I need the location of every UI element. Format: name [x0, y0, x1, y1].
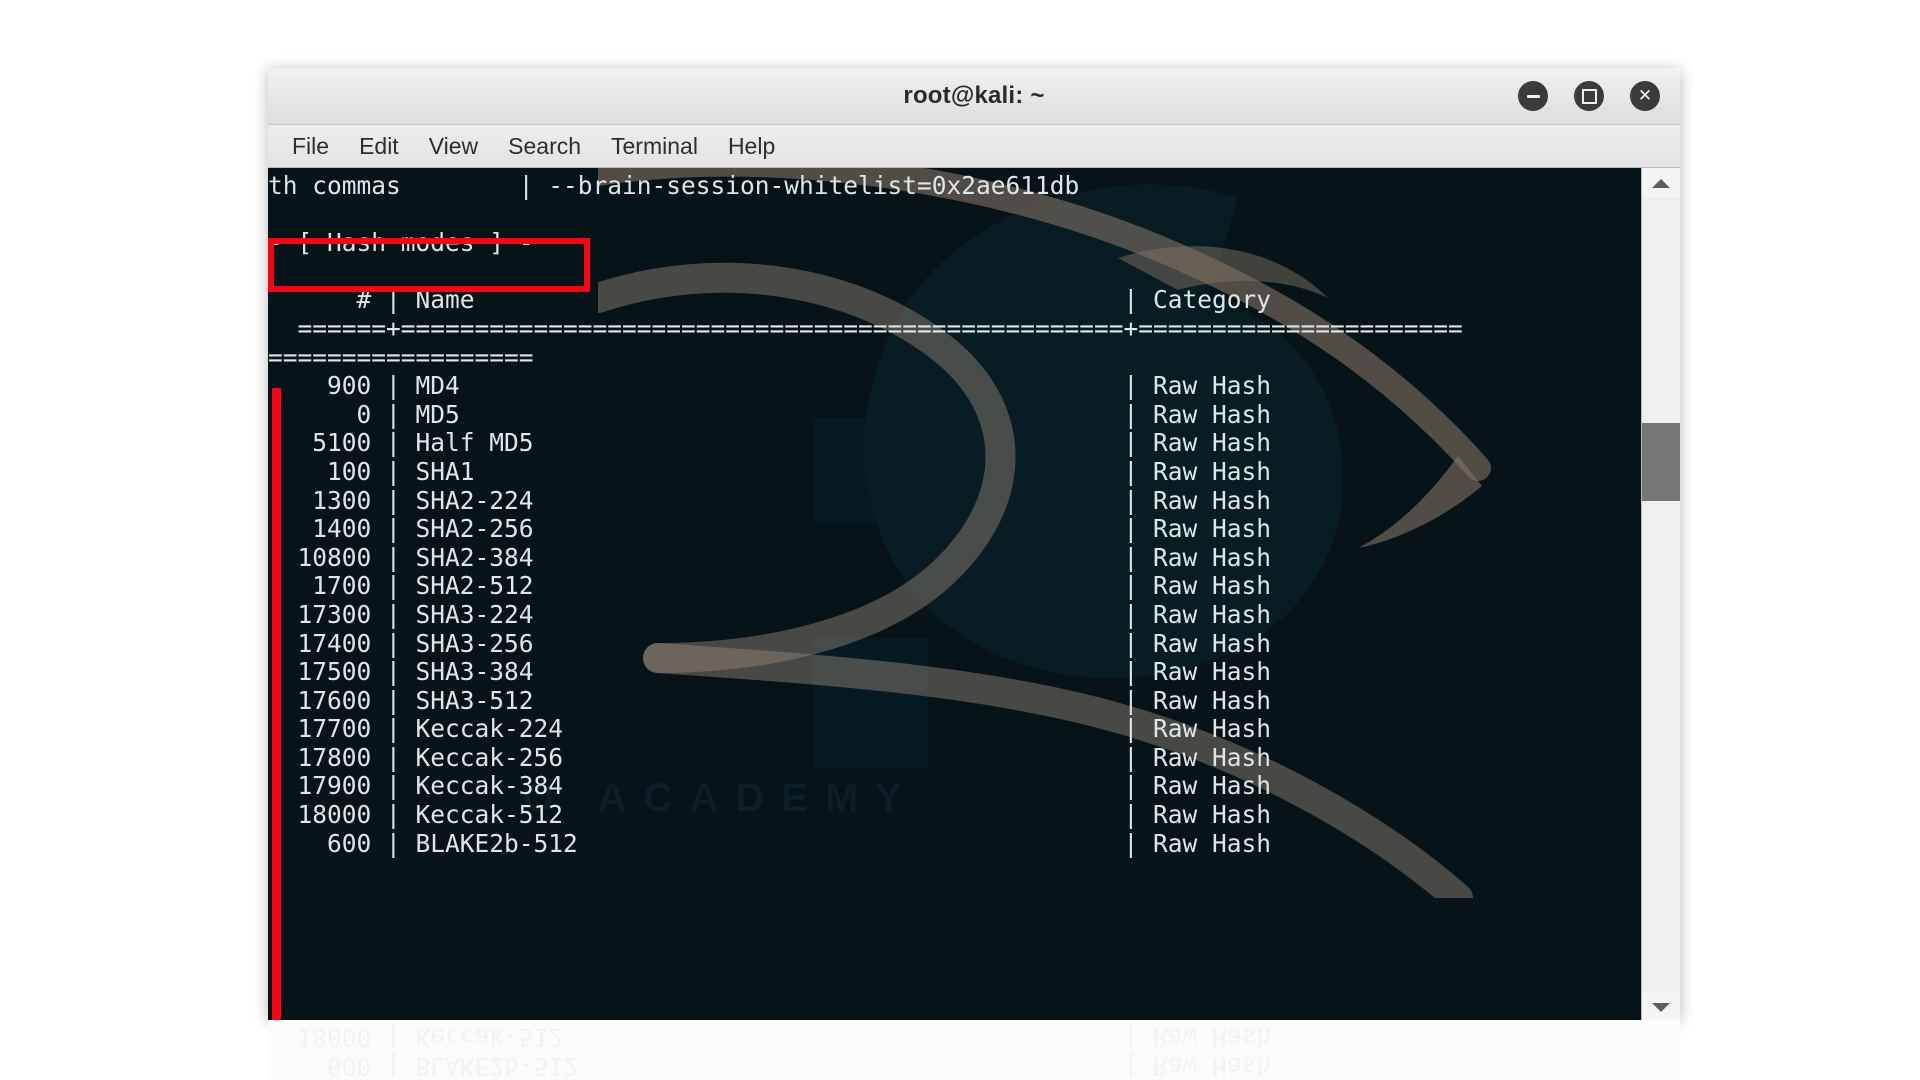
- menu-bar: File Edit View Search Terminal Help: [268, 125, 1680, 168]
- window-titlebar[interactable]: root@kali: ~ ✕: [268, 68, 1680, 125]
- window-reflection: 600 | BLAKE2b-512 | Raw Hash 18000 | Kec…: [268, 1020, 1680, 1080]
- maximize-button[interactable]: [1574, 81, 1604, 111]
- maximize-icon: [1581, 88, 1597, 104]
- reflection-text: 600 | BLAKE2b-512 | Raw Hash 18000 | Kec…: [268, 1023, 1680, 1080]
- terminal-line: 17500 | SHA3-384 | Raw Hash: [268, 657, 1272, 687]
- window-controls: ✕: [1518, 81, 1660, 111]
- terminal-line: 600 | BLAKE2b-512 | Raw Hash: [268, 828, 1272, 858]
- menu-item-help[interactable]: Help: [728, 133, 775, 160]
- menu-item-file[interactable]: File: [292, 133, 329, 160]
- terminal-line: 100 | SHA1 | Raw Hash: [268, 456, 1272, 486]
- terminal-line: ==================: [268, 342, 534, 372]
- menu-item-terminal[interactable]: Terminal: [611, 133, 698, 160]
- terminal-window: root@kali: ~ ✕ File Edit View Search Ter…: [268, 68, 1680, 1022]
- scrollbar-track[interactable]: [1642, 198, 1680, 992]
- terminal-line: 1400 | SHA2-256 | Raw Hash: [268, 514, 1272, 544]
- terminal-line: - [ Hash modes ] -: [268, 228, 534, 258]
- menu-item-search[interactable]: Search: [508, 133, 581, 160]
- minimize-icon: [1526, 94, 1540, 98]
- close-icon: ✕: [1637, 85, 1653, 106]
- minimize-button[interactable]: [1518, 81, 1548, 111]
- scrollbar-thumb[interactable]: [1642, 423, 1680, 501]
- terminal-line: 1300 | SHA2-224 | Raw Hash: [268, 485, 1272, 515]
- terminal-line: 0 | MD5 | Raw Hash: [268, 399, 1272, 429]
- terminal-line: 17800 | Keccak-256 | Raw Hash: [268, 742, 1272, 772]
- terminal-line: 10800 | SHA2-384 | Raw Hash: [268, 542, 1272, 572]
- reflection-line: 600 | BLAKE2b-512 | Raw Hash: [268, 1052, 1272, 1080]
- scroll-down-arrow-icon[interactable]: [1642, 992, 1680, 1022]
- terminal-line: 17600 | SHA3-512 | Raw Hash: [268, 685, 1272, 715]
- terminal-line: 900 | MD4 | Raw Hash: [268, 371, 1272, 401]
- terminal-line: ======+=================================…: [268, 313, 1463, 343]
- menu-item-edit[interactable]: Edit: [359, 133, 399, 160]
- terminal-output: th commas | --brain-session-whitelist=0x…: [268, 168, 1641, 858]
- terminal-line: th commas | --brain-session-whitelist=0x…: [268, 171, 1080, 200]
- terminal-screen[interactable]: O ACADEMY th commas | --brain-session-wh…: [268, 168, 1641, 1022]
- reflection-line: 18000 | Keccak-512 | Raw Hash: [268, 1023, 1272, 1053]
- screenshot-root: root@kali: ~ ✕ File Edit View Search Ter…: [0, 0, 1920, 1080]
- terminal-line: 17900 | Keccak-384 | Raw Hash: [268, 771, 1272, 801]
- terminal-scrollbar[interactable]: [1641, 168, 1680, 1022]
- window-title: root@kali: ~: [903, 82, 1045, 109]
- menu-item-view[interactable]: View: [429, 133, 478, 160]
- terminal-line: # | Name | Category: [268, 285, 1272, 315]
- terminal-line: 17300 | SHA3-224 | Raw Hash: [268, 599, 1272, 629]
- terminal-line: 17400 | SHA3-256 | Raw Hash: [268, 628, 1272, 658]
- terminal-line: 5100 | Half MD5 | Raw Hash: [268, 428, 1272, 458]
- terminal-line: 18000 | Keccak-512 | Raw Hash: [268, 800, 1272, 830]
- close-button[interactable]: ✕: [1630, 81, 1660, 111]
- terminal-line: 17700 | Keccak-224 | Raw Hash: [268, 714, 1272, 744]
- terminal-line: 1700 | SHA2-512 | Raw Hash: [268, 571, 1272, 601]
- terminal-body: O ACADEMY th commas | --brain-session-wh…: [268, 168, 1680, 1022]
- scroll-up-arrow-icon[interactable]: [1642, 168, 1680, 198]
